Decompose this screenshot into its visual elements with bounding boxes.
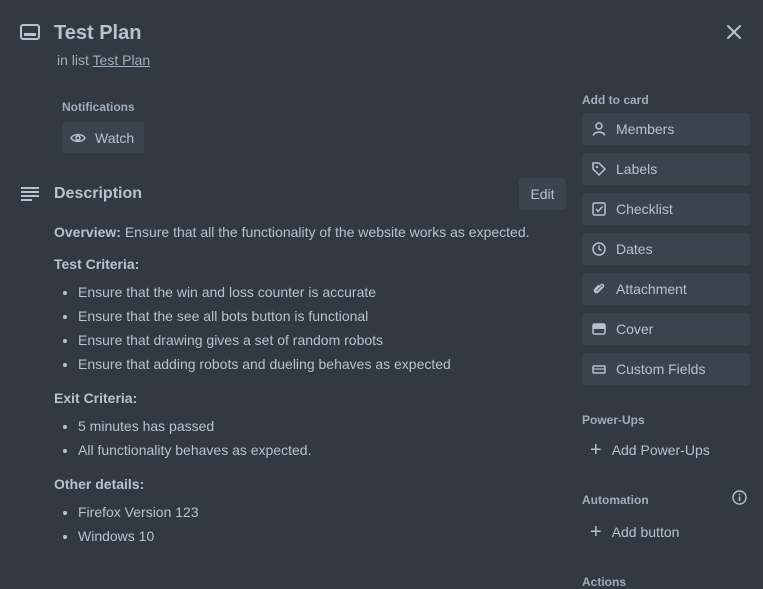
list-item: Ensure that drawing gives a set of rando… [78, 328, 554, 352]
description-body[interactable]: Overview: Ensure that all the functional… [54, 224, 554, 548]
add-powerups-label: Add Power-Ups [611, 442, 710, 458]
notifications-label: Notifications [62, 100, 135, 114]
exit-criteria-heading: Exit Criteria: [54, 390, 138, 406]
dates-label: Dates [616, 241, 653, 257]
eye-icon [70, 133, 86, 142]
list-item: Firefox Version 123 [78, 500, 554, 524]
edit-description-button[interactable]: Edit [519, 178, 566, 210]
tag-icon [592, 162, 606, 176]
card-icon [20, 24, 40, 40]
test-criteria-heading: Test Criteria: [54, 256, 140, 272]
info-icon[interactable] [732, 490, 747, 505]
list-name-link[interactable]: Test Plan [93, 52, 151, 68]
automation-label: Automation [582, 493, 649, 507]
test-criteria-list: Ensure that the win and loss counter is … [54, 280, 554, 376]
close-icon[interactable] [722, 20, 746, 44]
description-icon [21, 187, 39, 201]
watch-button[interactable]: Watch [62, 122, 144, 153]
overview-label: Overview: [54, 224, 121, 240]
list-item: Ensure that the see all bots button is f… [78, 304, 554, 328]
exit-criteria-list: 5 minutes has passed All functionality b… [54, 414, 554, 462]
powerups-label: Power-Ups [582, 413, 645, 427]
paperclip-icon [593, 283, 605, 294]
checkbox-icon [592, 202, 606, 216]
attachment-button[interactable]: Attachment [582, 273, 750, 305]
plus-icon: + [590, 439, 602, 461]
add-button-button[interactable]: + Add button [582, 516, 750, 548]
add-powerups-button[interactable]: + Add Power-Ups [582, 434, 750, 466]
in-list-line: in list Test Plan [57, 52, 150, 68]
clock-icon [592, 242, 606, 256]
overview-line: Overview: Ensure that all the functional… [54, 224, 554, 240]
description-title: Description [54, 185, 143, 202]
custom-fields-label: Custom Fields [616, 361, 706, 377]
members-button[interactable]: Members [582, 113, 750, 145]
checklist-button[interactable]: Checklist [582, 193, 750, 225]
other-details-heading: Other details: [54, 476, 145, 492]
labels-button[interactable]: Labels [582, 153, 750, 185]
person-icon [592, 122, 606, 136]
dates-button[interactable]: Dates [582, 233, 750, 265]
list-item: Windows 10 [78, 524, 554, 548]
custom-fields-button[interactable]: Custom Fields [582, 353, 750, 385]
cover-label: Cover [616, 321, 654, 337]
checklist-label: Checklist [616, 201, 673, 217]
plus-icon: + [590, 521, 602, 543]
members-label: Members [616, 121, 675, 137]
actions-label: Actions [582, 575, 627, 589]
labels-label: Labels [616, 161, 658, 177]
list-item: Ensure that the win and loss counter is … [78, 280, 554, 304]
add-to-card-label: Add to card [582, 93, 649, 107]
cover-icon [592, 323, 606, 335]
watch-label: Watch [95, 129, 135, 146]
other-details-list: Firefox Version 123 Windows 10 [54, 500, 554, 548]
overview-text: Ensure that all the functionality of the… [124, 224, 530, 240]
custom-fields-icon [592, 365, 606, 374]
add-button-label: Add button [611, 524, 680, 540]
attachment-label: Attachment [616, 281, 687, 297]
list-item: Ensure that adding robots and dueling be… [78, 352, 554, 376]
cover-button[interactable]: Cover [582, 313, 750, 345]
card-title[interactable]: Test Plan [54, 22, 141, 45]
list-item: All functionality behaves as expected. [78, 438, 554, 462]
in-list-prefix: in list [57, 52, 89, 68]
list-item: 5 minutes has passed [78, 414, 554, 438]
